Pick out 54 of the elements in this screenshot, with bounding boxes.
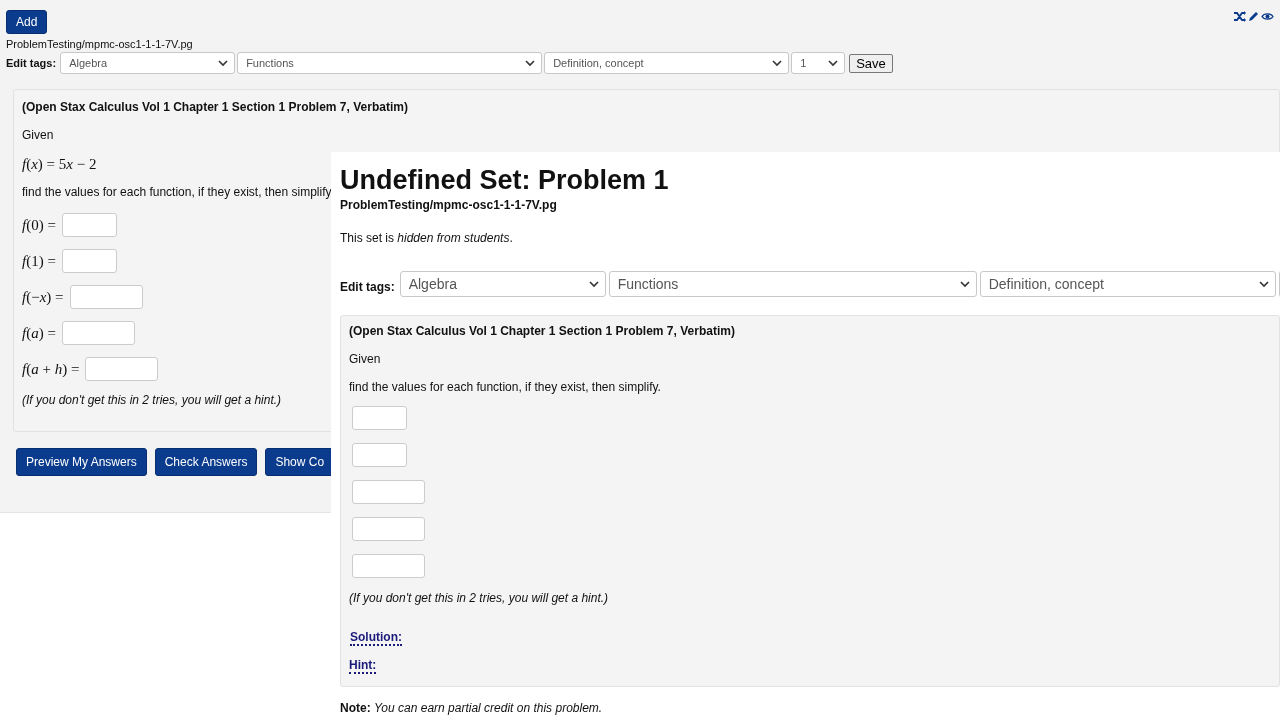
hint-note: (If you don't get this in 2 tries, you will get a hint.) (22, 393, 283, 407)
chevron-icon (1258, 280, 1269, 288)
partial-credit-note: Note: You can earn partial credit on this problem. (340, 701, 604, 715)
shuffle-icon[interactable] (1234, 11, 1246, 22)
function-formula: f(x) = 5x − 2 (22, 156, 98, 173)
file-path: ProblemTesting/mpmc-osc1-1-1-7V.pg (6, 38, 194, 50)
answer-button[interactable]: Check Answers (154, 448, 258, 476)
toggle-link[interactable]: Solution: (350, 630, 402, 646)
problem-source: (Open Stax Calculus Vol 1 Chapter 1 Section 1 Problem 7, Verbatim) (22, 100, 409, 114)
answer-field[interactable] (352, 554, 425, 578)
tag-select[interactable]: Algebra (60, 52, 236, 74)
chevron-icon (525, 59, 536, 67)
chevron-icon (772, 59, 783, 67)
answer-button[interactable]: Preview My Answers (16, 448, 147, 476)
answer-field[interactable] (61, 249, 117, 273)
answer-field[interactable] (352, 517, 425, 541)
answer-field[interactable] (61, 321, 135, 345)
tag-select[interactable]: Definition, concept (979, 271, 1276, 297)
add-button[interactable]: Add (6, 10, 48, 34)
hint-note: (If you don't get this in 2 tries, you will get a hint.) (349, 591, 610, 605)
answer-field[interactable] (69, 285, 143, 309)
tag-select[interactable]: Functions (237, 52, 543, 74)
eye-icon[interactable] (1261, 11, 1274, 22)
visibility-note: This set is hidden from students. (340, 231, 514, 245)
file-path: ProblemTesting/mpmc-osc1-1-1-7V.pg (340, 198, 558, 212)
chevron-icon (588, 280, 599, 288)
toggle-link[interactable]: Hint: (349, 658, 377, 674)
answer-label: f(−x) = (22, 288, 64, 306)
tag-select[interactable]: 1 (791, 52, 846, 74)
save-button[interactable]: Save (849, 53, 893, 73)
answer-label: f(a) = (22, 324, 56, 342)
answer-field[interactable] (352, 443, 407, 467)
answer-label: f(a + h) = (22, 360, 80, 378)
answer-field[interactable] (61, 213, 117, 237)
instruction-text: find the values for each function, if they exist, then simplify. (22, 185, 335, 199)
chevron-icon (959, 280, 970, 288)
answer-field[interactable] (85, 357, 159, 381)
tag-select[interactable]: Definition, concept (544, 52, 790, 74)
given-text: Given (349, 352, 382, 366)
chevron-icon (828, 59, 839, 67)
tag-select[interactable]: Algebra (399, 271, 606, 297)
answer-label: f(0) = (22, 216, 56, 234)
given-text: Given (22, 128, 55, 142)
tag-select[interactable]: Functions (608, 271, 977, 297)
instruction-text: find the values for each function, if they exist, then simplify. (349, 380, 662, 394)
chevron-icon (218, 59, 229, 67)
answer-field[interactable] (352, 480, 425, 504)
pencil-icon[interactable] (1248, 11, 1259, 22)
edit-tags-label: Edit tags: (340, 279, 395, 294)
answer-field[interactable] (352, 406, 407, 430)
problem-source: (Open Stax Calculus Vol 1 Chapter 1 Section 1 Problem 7, Verbatim) (349, 324, 736, 338)
answer-label: f(1) = (22, 252, 56, 270)
edit-tags-label: Edit tags: (6, 57, 57, 69)
page-title: Undefined Set: Problem 1 (340, 164, 670, 196)
